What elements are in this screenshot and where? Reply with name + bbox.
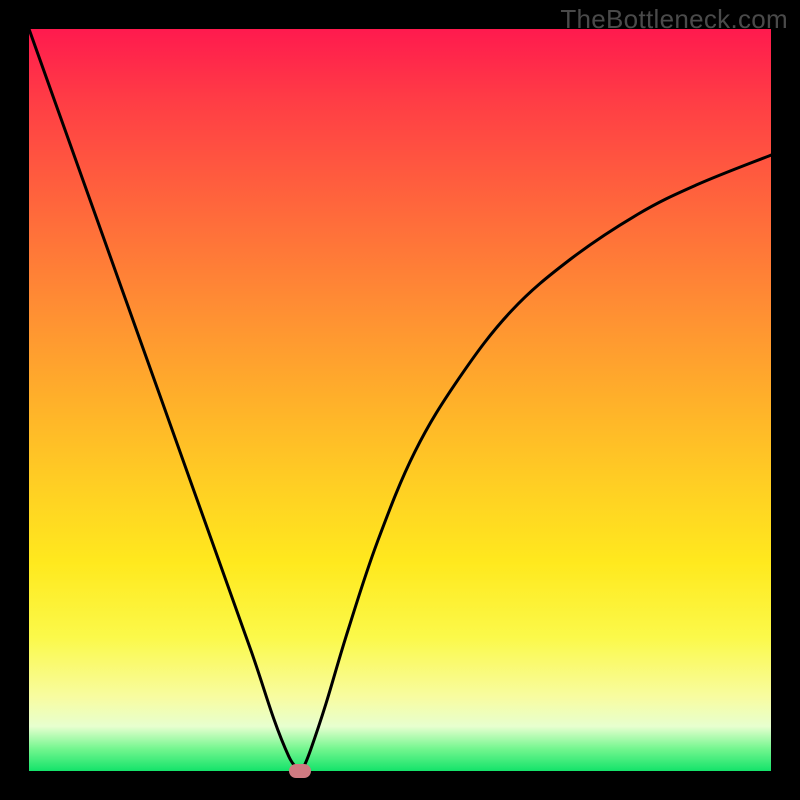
chart-frame: TheBottleneck.com xyxy=(0,0,800,800)
curve-path xyxy=(29,29,771,771)
bottleneck-curve xyxy=(29,29,771,771)
min-marker xyxy=(289,764,311,778)
watermark-text: TheBottleneck.com xyxy=(560,4,788,35)
plot-area xyxy=(29,29,771,771)
